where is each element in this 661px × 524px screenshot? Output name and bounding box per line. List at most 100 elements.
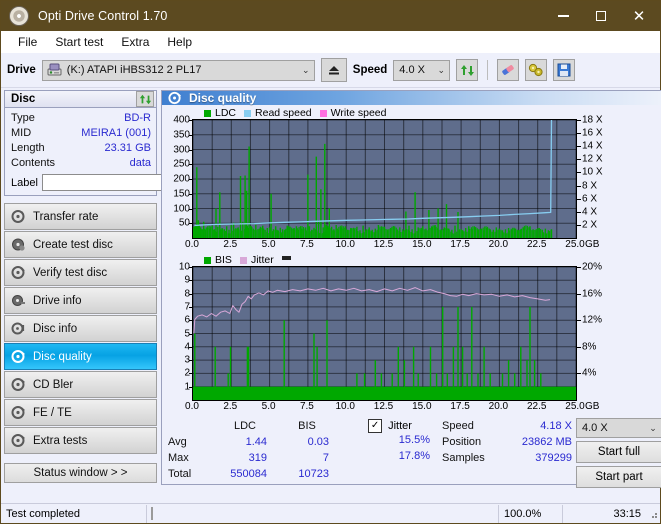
speed-select[interactable]: 4.0 X ⌄ [393,59,451,81]
sidebar-item-cd-bler[interactable]: CD Bler [4,371,157,398]
position-readout: 23862 MB [521,436,572,448]
start-part-button[interactable]: Start part [576,466,661,488]
disc-mid-label: MID [11,127,32,139]
legend-swatch-read-speed [244,109,252,117]
eject-button[interactable] [320,58,347,82]
speed-readout: 4.18 X [540,420,572,432]
x-tick: 7.5 [299,239,314,250]
sidebar-item-verify-test-disc[interactable]: Verify test disc [4,259,157,286]
x-tick: 25.0 [565,239,585,250]
jitter-checkbox[interactable]: ✓ [368,419,383,433]
toolbar-separator [487,60,489,80]
window-title: Opti Drive Control 1.70 [38,9,168,23]
disc-verify-icon [11,265,26,280]
test-speed-select[interactable]: 4.0 X ⌄ [576,418,661,438]
disc-label-label: Label [11,176,38,189]
menu-help[interactable]: Help [158,34,201,50]
y2-tick: 4 X [582,206,598,218]
erase-button[interactable] [497,59,520,81]
sidebar: Disc Type BD-R MID MEIRA1 (001) Length 2… [1,88,245,485]
minimize-button[interactable] [544,2,582,30]
disc-type-label: Type [11,112,35,124]
stats-avg-ldc: 1.44 [245,436,267,448]
disc-quality-icon [168,91,182,105]
status-window-button[interactable]: Status window > > [4,463,157,483]
menu-file[interactable]: File [9,34,46,50]
status-message: Test completed [1,504,147,523]
legend-label-bis: BIS [215,254,232,266]
menu-bar: File Start test Extra Help [1,31,660,53]
disc-extra-icon [11,433,26,448]
refresh-icon [139,94,151,104]
y2-tick: 16 X [582,127,603,139]
sidebar-label: Disc info [33,322,78,335]
app-window: Opti Drive Control 1.70 ✕ File Start tes… [0,0,661,524]
save-button[interactable] [553,59,576,81]
legend-swatch-ldc [204,109,211,117]
x-axis-unit: GB [585,401,600,412]
sidebar-item-disc-info[interactable]: Disc info [4,315,157,342]
ldc-chart-left-axis: 50 100 150 200 250 300 350 400 [164,115,192,237]
ldc-chart: LDC Read speed Write speed 50 100 150 200 25… [164,107,661,252]
maximize-button[interactable] [582,2,620,30]
legend-label-read-speed: Read speed [255,107,312,119]
close-button[interactable]: ✕ [620,2,658,30]
y2-tick: 18 X [582,114,603,126]
disc-tools-button[interactable] [525,59,548,81]
x-axis-unit: GB [585,239,600,250]
disc-refresh-button[interactable] [136,91,154,107]
y2-tick: 14 X [582,140,603,152]
stats-total-bis: 10723 [298,468,329,480]
x-tick: 5.0 [261,401,276,412]
title-bar: Opti Drive Control 1.70 ✕ [1,1,660,31]
sidebar-label: Disc quality [33,350,92,363]
card-title: Disc quality [189,91,257,105]
y2-tick: 16% [582,288,603,300]
sidebar-label: Transfer rate [33,210,99,223]
speed-key: Speed [442,420,474,432]
progress-percent: 100.0% [498,504,562,523]
y2-tick: 8 X [582,180,598,192]
jitter-max: 17.8% [398,450,430,462]
menu-extra[interactable]: Extra [112,34,158,50]
y2-tick: 8% [582,341,597,353]
y-tick: 150 [173,188,190,200]
test-speed-value: 4.0 X [582,422,608,434]
refresh-button[interactable] [456,59,479,81]
disc-create-icon [11,237,26,252]
bis-jitter-chart: BIS Jitter 1 2 3 4 5 6 7 8 9 10 4% 8% 12% 16% 20% [164,254,661,414]
sidebar-item-disc-quality[interactable]: Disc quality [4,343,157,370]
position-key: Position [442,436,482,448]
x-tick: 20.0 [488,401,509,412]
actions-column: 4.0 X ⌄ Start full Start part [576,418,661,488]
speed-value: 4.0 X [399,64,425,76]
resize-grip[interactable] [646,509,660,519]
jitter-header: ✓ Jitter [338,418,442,434]
disc-row-mid: MID MEIRA1 (001) [11,126,151,141]
x-tick: 12.5 [373,401,394,412]
legend-swatch-write-speed [319,109,327,117]
x-tick: 15.0 [412,401,432,412]
start-full-button[interactable]: Start full [576,441,661,463]
disc-row-type: Type BD-R [11,111,151,126]
sidebar-item-create-test-disc[interactable]: Create test disc [4,231,157,258]
x-tick: 0.0 [185,401,199,412]
stats-panel: LDC BIS Avg 1.44 0.03 Max 319 7 Total 55… [162,414,661,488]
sidebar-label: Create test disc [33,238,113,251]
sidebar-item-fe-te[interactable]: FE / TE [4,399,157,426]
samples-key: Samples [442,452,485,464]
eject-icon [328,66,339,75]
x-tick: 2.5 [223,401,238,412]
bis-chart-plot[interactable] [192,266,577,401]
drive-select[interactable]: (K:) ATAPI iHBS312 2 PL17 ⌄ [41,59,315,81]
stats-col-bis: BIS [298,420,316,432]
sidebar-item-transfer-rate[interactable]: Transfer rate [4,203,157,230]
stats-max-bis: 7 [322,452,329,464]
sidebar-item-drive-info[interactable]: Drive info [4,287,157,314]
ldc-chart-plot[interactable] [192,119,577,239]
stats-total-ldc: 550084 [230,468,267,480]
menu-start-test[interactable]: Start test [46,34,112,50]
sidebar-item-extra-tests[interactable]: Extra tests [4,427,157,454]
x-tick: 0.0 [185,239,199,250]
y2-tick: 6 X [582,193,598,205]
